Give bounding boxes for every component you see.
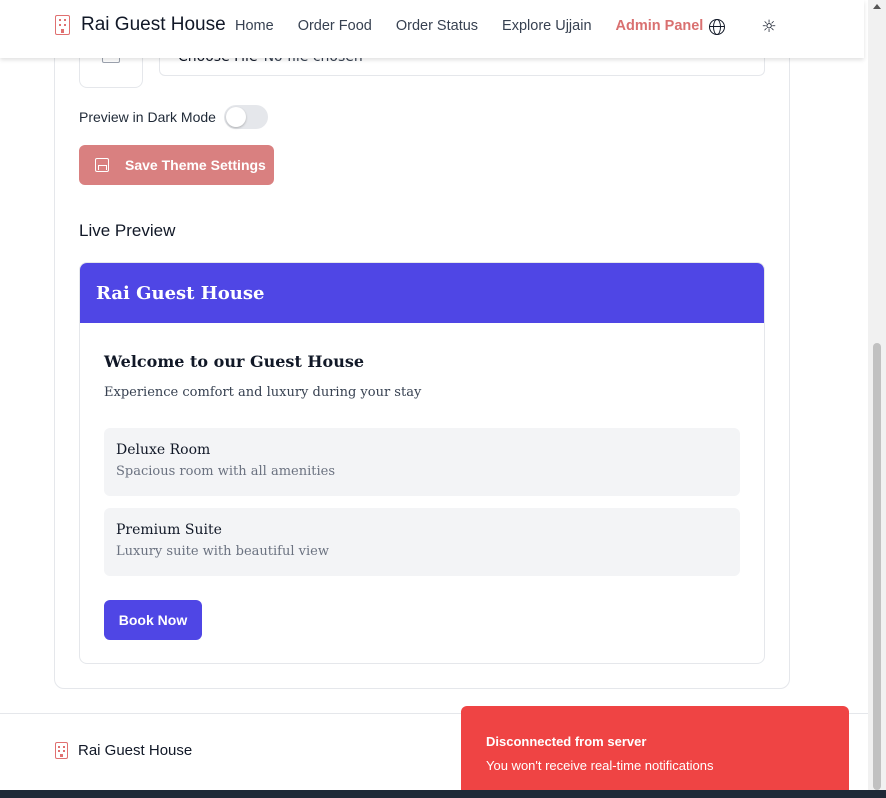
nav-explore-ujjain[interactable]: Explore Ujjain (502, 18, 591, 34)
live-preview-card: Rai Guest House Welcome to our Guest Hou… (79, 262, 765, 664)
save-icon (95, 158, 109, 172)
main-nav: Home Order Food Order Status Explore Ujj… (235, 18, 727, 34)
preview-header: Rai Guest House (80, 263, 764, 323)
sun-icon[interactable]: ☼ (761, 19, 777, 36)
brand-logo[interactable]: Rai Guest House (55, 14, 226, 36)
book-now-button[interactable]: Book Now (104, 600, 202, 640)
room-name: Premium Suite (116, 522, 222, 538)
live-preview-title: Live Preview (79, 221, 176, 240)
disconnect-toast: Disconnected from server You won't recei… (461, 706, 849, 790)
room-card: Deluxe Room Spacious room with all ameni… (104, 428, 740, 496)
toggle-knob (225, 107, 246, 127)
toast-title: Disconnected from server (486, 734, 647, 749)
scroll-thumb[interactable] (873, 343, 881, 790)
page-content: Choose FileNo file chosen Preview in Dar… (0, 0, 868, 790)
save-theme-button[interactable]: Save Theme Settings (79, 145, 274, 185)
dark-mode-label: Preview in Dark Mode (79, 109, 216, 125)
nav-order-status[interactable]: Order Status (396, 18, 478, 34)
dark-mode-row: Preview in Dark Mode (79, 104, 268, 130)
nav-admin-panel[interactable]: Admin Panel (616, 18, 704, 34)
nav-order-food[interactable]: Order Food (298, 18, 372, 34)
nav-home[interactable]: Home (235, 18, 274, 34)
toast-message: You won't receive real-time notification… (486, 758, 714, 773)
top-navbar: Rai Guest House Home Order Food Order St… (0, 0, 864, 58)
building-icon (55, 742, 68, 759)
room-name: Deluxe Room (116, 442, 211, 458)
page-scrollbar[interactable] (868, 0, 886, 790)
room-description: Spacious room with all amenities (116, 464, 336, 479)
save-theme-label: Save Theme Settings (125, 157, 266, 173)
globe-icon[interactable] (709, 19, 725, 35)
preview-welcome-heading: Welcome to our Guest House (104, 352, 365, 371)
scroll-up-arrow[interactable] (873, 4, 881, 9)
building-icon (55, 15, 70, 35)
room-card: Premium Suite Luxury suite with beautifu… (104, 508, 740, 576)
footer-brand[interactable]: Rai Guest House (55, 742, 192, 759)
footer-brand-name: Rai Guest House (78, 742, 193, 759)
preview-subtitle: Experience comfort and luxury during you… (104, 385, 422, 400)
window-bottom-edge (0, 790, 886, 798)
brand-name: Rai Guest House (81, 14, 226, 35)
dark-mode-toggle[interactable] (223, 105, 268, 129)
room-description: Luxury suite with beautiful view (116, 544, 329, 559)
